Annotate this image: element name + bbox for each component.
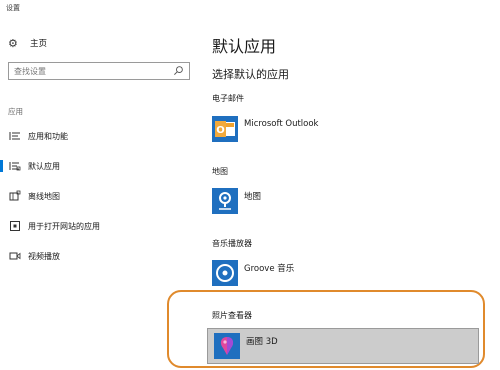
paint3d-icon — [214, 333, 240, 359]
outlook-icon: O — [212, 116, 238, 142]
groove-icon — [212, 260, 238, 286]
home-label: 主页 — [30, 39, 48, 49]
svg-text:O: O — [216, 125, 225, 136]
app-name: Microsoft Outlook — [244, 119, 319, 129]
selection-bar — [0, 250, 3, 262]
page-title: 默认应用 — [212, 37, 277, 56]
selection-bar — [0, 220, 3, 232]
search-input[interactable] — [9, 63, 169, 79]
search-icon[interactable] — [173, 65, 184, 76]
default-app-photo-viewer[interactable]: 画图 3D — [207, 328, 479, 364]
app-name: 地图 — [244, 192, 262, 202]
section-heading: 选择默认的应用 — [212, 68, 289, 81]
sidebar-item-label: 默认应用 — [28, 162, 60, 171]
sidebar-item-label: 离线地图 — [28, 192, 60, 201]
gear-icon: ⚙ — [8, 36, 18, 50]
category-label-music: 音乐播放器 — [212, 239, 252, 248]
sidebar-item-offline-maps[interactable]: 离线地图 — [0, 187, 200, 205]
selection-bar — [0, 160, 3, 172]
list-icon — [9, 132, 20, 140]
default-app-music[interactable]: Groove 音乐 — [212, 259, 294, 287]
map-icon — [9, 190, 21, 201]
sidebar-item-label: 用于打开网站的应用 — [28, 222, 100, 231]
home-nav[interactable]: ⚙ 主页 — [8, 36, 47, 50]
sidebar-item-label: 视频播放 — [28, 252, 60, 261]
sidebar-item-label: 应用和功能 — [28, 132, 68, 141]
search-box[interactable] — [8, 62, 190, 80]
selection-bar — [0, 130, 3, 142]
default-apps-icon — [9, 162, 21, 171]
sidebar-item-default-apps[interactable]: 默认应用 — [0, 157, 200, 175]
app-name: Groove 音乐 — [244, 264, 295, 274]
section-label: 应用 — [8, 107, 23, 116]
selection-bar — [0, 190, 3, 202]
category-label-maps: 地图 — [212, 167, 228, 176]
app-name: 画图 3D — [246, 337, 278, 347]
maps-icon — [212, 188, 238, 214]
sidebar-item-apps-features[interactable]: 应用和功能 — [0, 127, 200, 145]
default-app-maps[interactable]: 地图 — [212, 187, 261, 215]
sidebar-item-website-apps[interactable]: 用于打开网站的应用 — [0, 217, 200, 235]
category-label-email: 电子邮件 — [212, 94, 244, 103]
website-apps-icon — [10, 221, 20, 231]
video-icon — [9, 252, 21, 260]
sidebar-item-video-playback[interactable]: 视频播放 — [0, 247, 200, 265]
default-app-email[interactable]: O Microsoft Outlook — [212, 115, 318, 143]
